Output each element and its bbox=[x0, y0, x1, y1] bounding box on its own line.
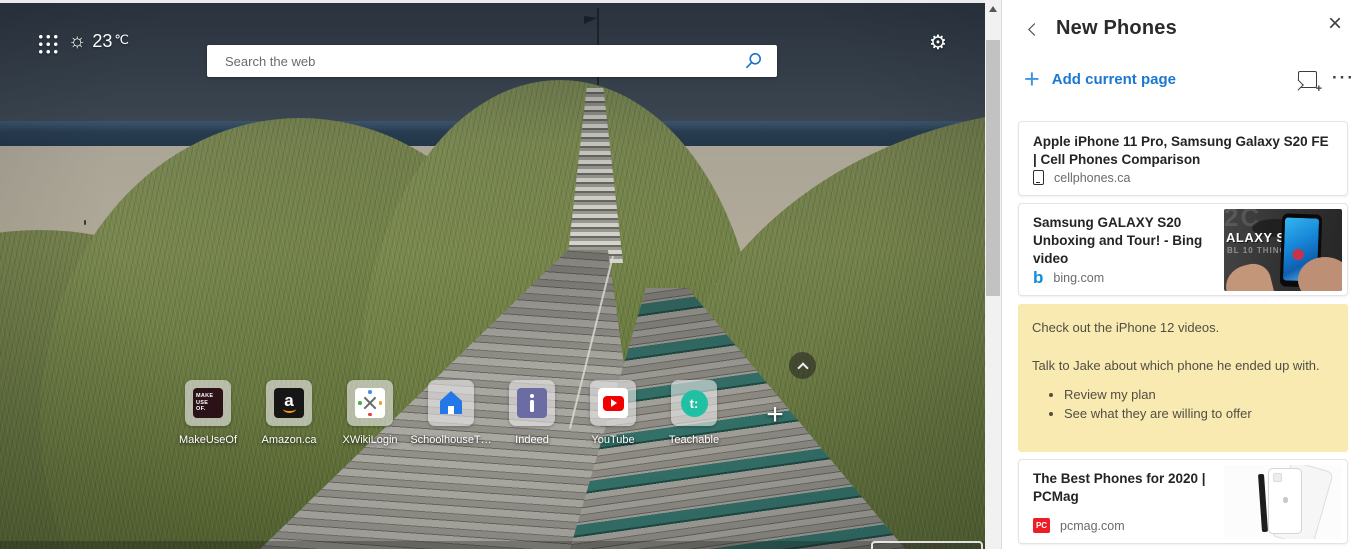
pcmag-favicon-icon: PC bbox=[1033, 518, 1050, 533]
makeuseof-icon: MAKE USE OF. bbox=[193, 388, 223, 418]
add-note-icon[interactable] bbox=[1298, 71, 1317, 88]
tile-backdrop: MAKE USE OF. bbox=[185, 380, 231, 426]
top-edge-strip bbox=[0, 0, 985, 3]
edge-new-tab-with-collections: ☼ 23 ℃ ⚙ MAKE USE OF. MakeUseOf a bbox=[0, 0, 1354, 549]
site-name: cellphones.ca bbox=[1054, 171, 1130, 185]
tile-backdrop bbox=[347, 380, 393, 426]
quick-link-teachable[interactable]: t: Teachable bbox=[659, 380, 729, 446]
teachable-icon: t: bbox=[679, 388, 709, 418]
item-title: Apple iPhone 11 Pro, Samsung Galaxy S20 … bbox=[1033, 133, 1333, 169]
add-current-page-label: Add current page bbox=[1052, 71, 1176, 88]
site-row: b bing.com bbox=[1033, 270, 1104, 285]
tile-backdrop bbox=[590, 380, 636, 426]
plus-icon: + bbox=[1024, 66, 1040, 92]
white-phone-front bbox=[1268, 468, 1302, 534]
beach-person bbox=[84, 220, 86, 225]
gear-icon[interactable]: ⚙ bbox=[929, 30, 947, 55]
x-dot-red bbox=[368, 413, 372, 417]
close-icon[interactable]: × bbox=[1328, 12, 1342, 36]
chevron-left-icon bbox=[1028, 23, 1041, 36]
video-thumbnail: 2C ALAXY S20 BL 10 THINGS bbox=[1224, 209, 1342, 291]
note-line: Check out the iPhone 12 videos. bbox=[1032, 319, 1334, 337]
amazon-icon: a bbox=[274, 388, 304, 418]
youtube-rect bbox=[603, 396, 624, 411]
x-dot-orange bbox=[379, 401, 383, 405]
temperature-unit: ℃ bbox=[114, 32, 129, 48]
site-name: bing.com bbox=[1053, 271, 1104, 285]
indeed-bar bbox=[530, 400, 535, 412]
quick-link-schoolhouse[interactable]: SchoolhouseT… bbox=[416, 380, 486, 446]
collection-item-pcmag[interactable]: The Best Phones for 2020 | PCMag PC pcma… bbox=[1018, 459, 1348, 544]
tile-label: Teachable bbox=[646, 434, 742, 446]
collection-item-cellphones[interactable]: Apple iPhone 11 Pro, Samsung Galaxy S20 … bbox=[1018, 121, 1348, 196]
quick-link-makeuseof[interactable]: MAKE USE OF. MakeUseOf bbox=[173, 380, 243, 446]
site-row: cellphones.ca bbox=[1033, 170, 1130, 185]
x-dot-blue bbox=[368, 390, 372, 394]
page-scrollbar[interactable] bbox=[985, 0, 1001, 549]
tile-backdrop: t: bbox=[671, 380, 717, 426]
tile-backdrop bbox=[428, 380, 474, 426]
quick-link-indeed[interactable]: Indeed bbox=[497, 380, 567, 446]
apps-grid-icon[interactable] bbox=[37, 33, 58, 54]
add-shortcut-button[interactable]: + bbox=[758, 398, 792, 432]
xwiki-icon bbox=[355, 388, 385, 418]
amazon-letter: a bbox=[284, 394, 293, 408]
new-tab-background: ☼ 23 ℃ ⚙ MAKE USE OF. MakeUseOf a bbox=[0, 0, 985, 549]
note-bullet: Review my plan bbox=[1064, 386, 1334, 404]
bottom-shade bbox=[0, 541, 985, 549]
house-shape bbox=[440, 401, 462, 414]
add-current-page-button[interactable]: + Add current page bbox=[1024, 66, 1176, 92]
sun-icon: ☼ bbox=[68, 29, 86, 53]
bing-favicon-icon: b bbox=[1033, 270, 1043, 285]
more-options-icon[interactable]: ··· bbox=[1332, 68, 1354, 88]
note-bullet: See what they are willing to offer bbox=[1064, 405, 1334, 423]
collection-item-bing-video[interactable]: Samsung GALAXY S20 Unboxing and Tour! - … bbox=[1018, 203, 1348, 296]
scroll-top-button[interactable] bbox=[789, 352, 816, 379]
indeed-dot bbox=[530, 394, 535, 399]
search-icon[interactable] bbox=[744, 52, 762, 70]
site-name: pcmag.com bbox=[1060, 519, 1125, 533]
x-dot-green bbox=[358, 401, 362, 405]
indeed-icon bbox=[517, 388, 547, 418]
play-icon bbox=[611, 399, 617, 407]
hand bbox=[1224, 260, 1276, 291]
note-line: Talk to Jake about which phone he ended … bbox=[1032, 357, 1334, 375]
phone-edge bbox=[1258, 474, 1268, 532]
scrollbar-up-arrow[interactable] bbox=[989, 6, 997, 12]
page-favicon-icon bbox=[1033, 170, 1044, 185]
tile-backdrop: a bbox=[266, 380, 312, 426]
scrollbar-thumb[interactable] bbox=[986, 40, 1000, 296]
weather-widget[interactable]: ☼ 23 ℃ bbox=[68, 29, 129, 53]
schoolhouse-icon bbox=[436, 388, 466, 418]
flag bbox=[584, 16, 597, 24]
tile-backdrop bbox=[509, 380, 555, 426]
quick-link-youtube[interactable]: YouTube bbox=[578, 380, 648, 446]
youtube-icon bbox=[598, 388, 628, 418]
article-thumbnail bbox=[1224, 465, 1342, 539]
back-button[interactable] bbox=[1026, 22, 1042, 38]
partial-bottom-button[interactable] bbox=[871, 541, 983, 549]
note-bullet-list: Review my plan See what they are willing… bbox=[1032, 386, 1334, 423]
site-row: PC pcmag.com bbox=[1033, 518, 1125, 533]
chevron-up-icon bbox=[797, 362, 808, 373]
collection-title: New Phones bbox=[1056, 17, 1177, 40]
quick-link-amazon[interactable]: a Amazon.ca bbox=[254, 380, 324, 446]
search-bar[interactable] bbox=[207, 45, 777, 77]
temperature-value: 23 bbox=[92, 31, 112, 52]
search-input[interactable] bbox=[207, 45, 744, 77]
collection-note[interactable]: Check out the iPhone 12 videos. Talk to … bbox=[1018, 304, 1348, 452]
note-gap bbox=[1032, 337, 1334, 357]
collections-panel: New Phones × + Add current page ··· Appl… bbox=[1001, 0, 1354, 549]
amazon-smile bbox=[283, 408, 296, 413]
item-title: Samsung GALAXY S20 Unboxing and Tour! - … bbox=[1033, 214, 1219, 267]
item-title: The Best Phones for 2020 | PCMag bbox=[1033, 470, 1219, 506]
teachable-letter: t: bbox=[681, 390, 708, 417]
quick-link-xwiki[interactable]: XWikiLogin bbox=[335, 380, 405, 446]
